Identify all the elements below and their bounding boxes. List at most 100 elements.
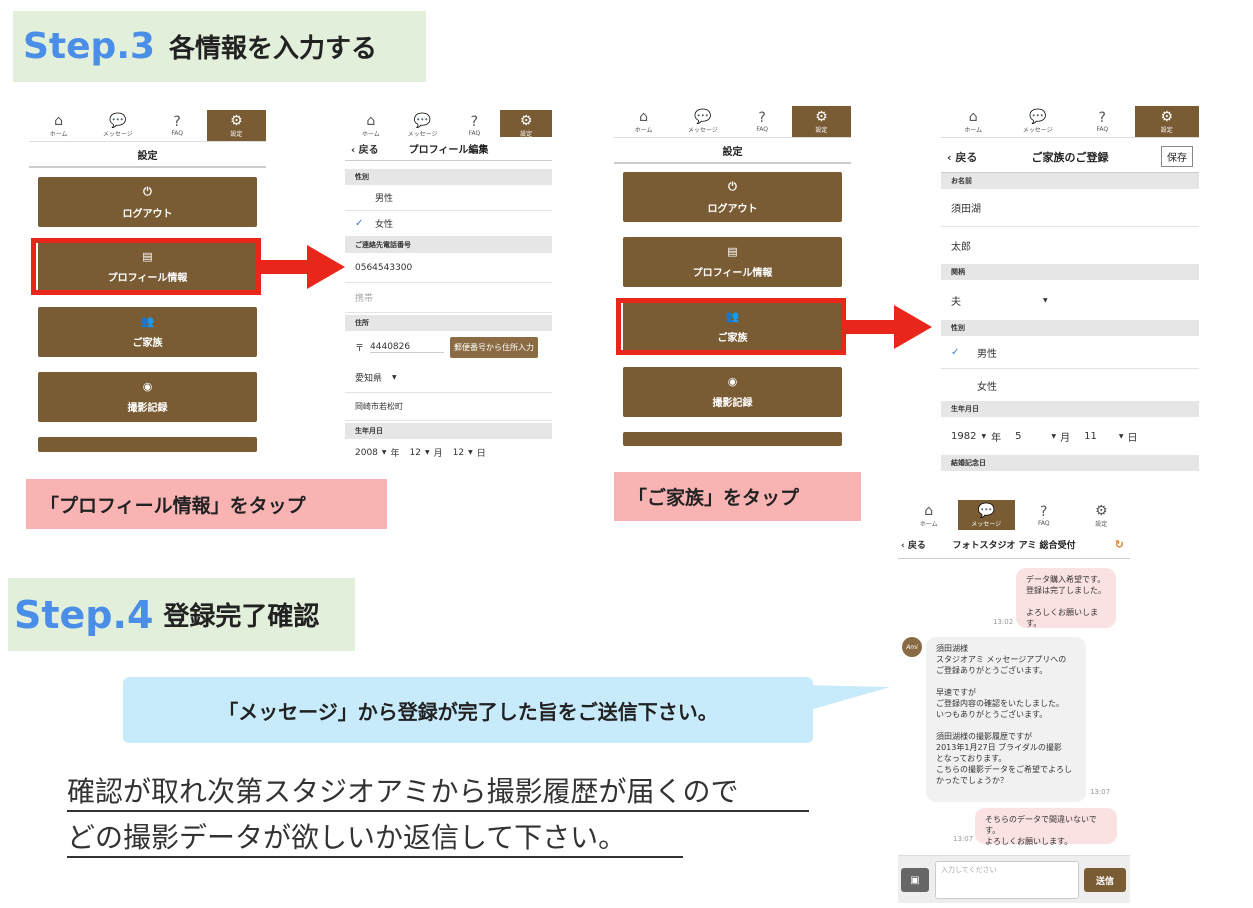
- birth-month: 12: [409, 447, 421, 458]
- gender-male-option[interactable]: 男性: [345, 185, 552, 211]
- tabbar-settings-2: ⌂ ホーム 💬 メッセージ ? FAQ ⚙ 設定: [614, 106, 851, 138]
- step4-title: 登録完了確認: [163, 602, 320, 632]
- highlight-family: [616, 298, 846, 355]
- home-icon: ⌂: [54, 113, 64, 129]
- dropdown-arrow-icon: ▼: [425, 449, 430, 456]
- tab-message[interactable]: 💬 メッセージ: [88, 110, 147, 141]
- camera-icon: ◉: [727, 375, 738, 388]
- tab-settings[interactable]: ⚙ 設定: [206, 110, 266, 141]
- tab-message-3[interactable]: 💬 メッセージ: [673, 106, 732, 137]
- tab-home-4[interactable]: ⌂ ホーム: [941, 106, 1006, 137]
- check-icon: ✓: [355, 218, 364, 229]
- back-button-2[interactable]: ‹ 戻る: [947, 149, 977, 165]
- question-icon: ?: [1098, 110, 1106, 126]
- anniversary-section: 結婚記念日: [941, 455, 1199, 471]
- tab-faq-3[interactable]: ? FAQ: [733, 106, 792, 137]
- birth-day-2: 11: [1084, 430, 1097, 442]
- male-label-2: 男性: [977, 348, 997, 360]
- photo-record-button-2[interactable]: ◉ 撮影記録: [623, 367, 842, 417]
- back-button-3[interactable]: ‹ 戻る: [901, 538, 926, 551]
- tab-home-label-4: ホーム: [964, 127, 983, 134]
- step3-banner: Step.3 各情報を入力する: [13, 11, 426, 82]
- relation-section: 関柄: [941, 264, 1199, 280]
- back-label: 戻る: [358, 145, 379, 156]
- photo-record-label-2: 撮影記録: [712, 398, 753, 409]
- more-button-partial[interactable]: [38, 437, 257, 452]
- gender-female-option-2[interactable]: 女性: [941, 369, 1199, 401]
- male-label: 男性: [375, 194, 394, 204]
- phone-section: ご連絡先電話番号: [345, 237, 552, 253]
- tab-faq-label: FAQ: [171, 130, 183, 137]
- step4-number: Step.4: [14, 592, 154, 637]
- tab-settings-3[interactable]: ⚙ 設定: [791, 106, 851, 137]
- tab-home-label-3: ホーム: [634, 127, 653, 134]
- address-section: 住所: [345, 315, 552, 331]
- last-name-field[interactable]: 須田湖: [941, 189, 1199, 227]
- postal-lookup-button[interactable]: 郵便番号から住所入力: [450, 336, 539, 358]
- phone-field[interactable]: 0564543300: [345, 253, 552, 283]
- step3-title: 各情報を入力する: [169, 34, 378, 64]
- send-button[interactable]: 送信: [1084, 868, 1126, 892]
- tab-home-3[interactable]: ⌂ ホーム: [614, 106, 673, 137]
- tab-message-4[interactable]: 💬 メッセージ: [1006, 106, 1071, 137]
- family-screen: ‹ 戻る ご家族のご登録 保存 お名前 須田湖 太郎 関柄 夫 ▼ 性別 ✓ 男性 …: [941, 141, 1199, 473]
- birth-month-2: 5: [1015, 430, 1022, 442]
- more-button-partial-2[interactable]: [623, 432, 842, 446]
- arrow-2-head: [894, 305, 932, 349]
- dropdown-arrow-icon: ▼: [381, 449, 387, 456]
- tab-settings-label-4: 設定: [1160, 127, 1173, 134]
- chat-message-3: そちらのデータで間違いないです。 よろしくお願いします。: [975, 808, 1117, 846]
- tab-settings-4[interactable]: ⚙ 設定: [1134, 106, 1199, 137]
- first-name-field[interactable]: 太郎: [941, 227, 1199, 264]
- gender-male-option-2[interactable]: ✓ 男性: [941, 336, 1199, 369]
- chat-screen: ‹ 戻る フォトスタジオ アミ 総合受付 ↻: [898, 531, 1130, 559]
- birth-section: 生年月日: [345, 423, 552, 439]
- birth-section-2: 生年月日: [941, 401, 1199, 417]
- tab-message-5[interactable]: 💬 メッセージ: [957, 500, 1015, 530]
- refresh-icon[interactable]: ↻: [1115, 538, 1124, 551]
- image-attach-button[interactable]: ▣: [901, 868, 929, 892]
- tab-faq-4[interactable]: ? FAQ: [1070, 106, 1135, 137]
- chat-header: ‹ 戻る フォトスタジオ アミ 総合受付 ↻: [898, 531, 1130, 559]
- unit-year-2: 年: [991, 432, 1002, 444]
- relation-select[interactable]: 夫 ▼: [941, 280, 1199, 320]
- settings-title-2: 設定: [722, 146, 743, 158]
- tab-faq[interactable]: ? FAQ: [148, 110, 207, 141]
- home-icon: ⌂: [366, 113, 376, 129]
- birth-day: 12: [452, 447, 465, 458]
- prefecture-select[interactable]: 愛知県 ▼: [345, 363, 552, 393]
- arrow-1-shaft: [261, 260, 309, 274]
- tab-home-5[interactable]: ⌂ ホーム: [900, 500, 958, 530]
- chat-bubble-icon: 💬: [1029, 109, 1047, 125]
- logout-button-2[interactable]: ⏻ ログアウト: [623, 172, 842, 222]
- profile-title: プロフィール編集: [408, 145, 489, 156]
- studio-avatar: Ami: [902, 637, 922, 657]
- save-button[interactable]: 保存: [1161, 146, 1193, 167]
- birthdate-row[interactable]: 2008 ▼ 年 12 ▼ 月 12 ▼ 日: [345, 439, 552, 462]
- postal-field[interactable]: 4440826: [370, 342, 445, 353]
- tab-faq-5[interactable]: ? FAQ: [1015, 500, 1073, 530]
- question-icon: ?: [173, 114, 181, 130]
- gender-female-option[interactable]: ✓ 女性: [345, 211, 552, 237]
- back-label-2: 戻る: [955, 150, 978, 164]
- question-icon: ?: [758, 110, 766, 126]
- profile-header: ‹ 戻る プロフィール編集: [345, 137, 552, 161]
- highlight-profile: [31, 238, 261, 295]
- tab-home[interactable]: ⌂ ホーム: [29, 110, 88, 141]
- birthdate-row-2[interactable]: 1982 ▼ 年 5 ▼ 月 11 ▼ 日: [941, 417, 1199, 455]
- mobile-field[interactable]: 携帯: [345, 283, 552, 313]
- tab-message-label-4: メッセージ: [1022, 127, 1053, 134]
- tab-settings-5[interactable]: ⚙ 設定: [1073, 500, 1131, 530]
- message-input[interactable]: 入力してください: [935, 861, 1079, 899]
- profile-info-button-2[interactable]: ▤ プロフィール情報: [623, 237, 842, 287]
- last-name-value: 須田湖: [951, 204, 981, 215]
- family-button[interactable]: 👥 ご家族: [38, 307, 257, 357]
- unit-month: 月: [433, 449, 443, 459]
- photo-record-button[interactable]: ◉ 撮影記録: [38, 372, 257, 422]
- gear-icon: ⚙: [1094, 502, 1108, 519]
- logout-button[interactable]: ⏻ ログアウト: [38, 177, 257, 227]
- back-button[interactable]: ‹ 戻る: [351, 141, 379, 156]
- tabbar-settings-1: ⌂ ホーム 💬 メッセージ ? FAQ ⚙ 設定: [29, 110, 266, 142]
- city-field[interactable]: 岡崎市若松町: [345, 393, 552, 421]
- tab-home-label: ホーム: [49, 131, 68, 138]
